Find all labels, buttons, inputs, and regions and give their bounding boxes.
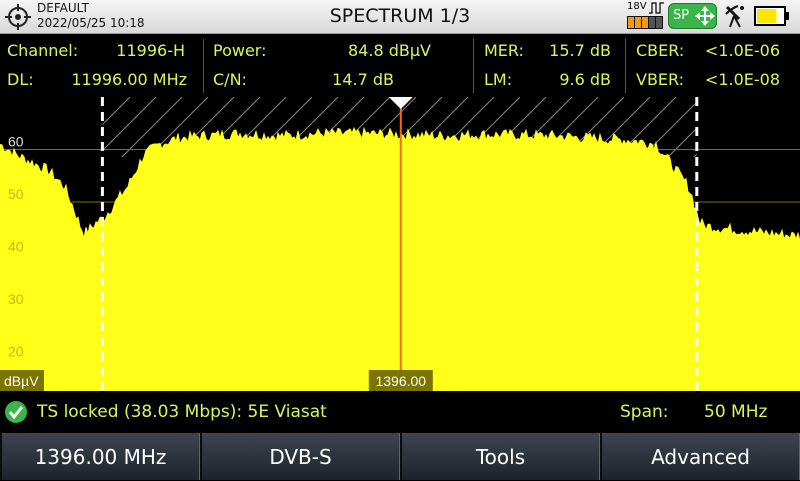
four-way-arrows-icon [695, 6, 715, 26]
advanced-softkey[interactable]: Advanced [600, 433, 800, 480]
y-tick-label: 60 [8, 134, 24, 150]
battery-icon [754, 6, 789, 26]
22khz-tone-icon [649, 2, 664, 14]
span-value: 50 MHz [704, 402, 768, 422]
lnb-current-bars [627, 16, 663, 29]
cber-value: <1.0E-06 [704, 41, 780, 60]
unit-label: dBµV [4, 373, 39, 389]
vber-label: VBER: [636, 70, 685, 89]
dl-value: 11996.00 MHz [71, 70, 187, 89]
lock-status-text: TS locked (38.03 Mbps): 5E Viasat [37, 402, 327, 422]
power-value: 84.8 dBµV [348, 41, 431, 60]
channel-value: 11996-H [116, 41, 185, 60]
mer-label: MER: [484, 41, 524, 60]
lock-status-bar: TS locked (38.03 Mbps): 5E Viasat Span: … [0, 392, 800, 432]
lock-check-icon [5, 401, 27, 423]
channel-label: Channel: [7, 41, 79, 60]
marker-frequency-label: 1396.00 [375, 373, 426, 389]
preset-name: DEFAULT [37, 1, 89, 15]
y-tick-label: 20 [8, 344, 24, 360]
cn-value: 14.7 dB [332, 70, 394, 89]
y-tick-label: 30 [8, 291, 24, 307]
lm-label: LM: [484, 70, 513, 89]
lnb-power-indicator: 18V [627, 1, 667, 31]
cber-label: CBER: [636, 41, 685, 60]
softkey-bar: 1396.00 MHz DVB-S Tools Advanced [0, 433, 800, 480]
gps-crosshair-icon [5, 4, 31, 30]
measurement-panel: Channel: 11996-H DL: 11996.00 MHz Power:… [0, 35, 800, 97]
mer-value: 15.7 dB [549, 41, 611, 60]
spectrum-plot[interactable]: 60 50 40 30 20 1396.00 dBµV [0, 97, 800, 391]
separator [625, 39, 626, 93]
standard-softkey[interactable]: DVB-S [200, 433, 400, 480]
battery-level-fill [757, 9, 777, 23]
separator [203, 39, 204, 93]
cn-label: C/N: [213, 70, 247, 89]
separator [473, 39, 474, 93]
vber-value: <1.0E-08 [704, 70, 780, 89]
dl-label: DL: [7, 70, 34, 89]
y-tick-label: 50 [8, 186, 24, 202]
tools-softkey[interactable]: Tools [400, 433, 600, 480]
signal-pointer-button[interactable]: SP [668, 3, 717, 29]
date-time: 2022/05/25 10:18 [37, 16, 145, 30]
top-status-bar: DEFAULT 2022/05/25 10:18 SPECTRUM 1/3 18… [0, 0, 800, 34]
lm-value: 9.6 dB [559, 70, 611, 89]
lnb-voltage: 18V [627, 1, 647, 12]
span-label: Span: [620, 402, 669, 422]
y-tick-label: 40 [8, 239, 24, 255]
satellite-dish-icon [725, 5, 744, 28]
frequency-softkey[interactable]: 1396.00 MHz [0, 433, 200, 480]
power-label: Power: [213, 41, 267, 60]
sp-label: SP [673, 8, 690, 23]
